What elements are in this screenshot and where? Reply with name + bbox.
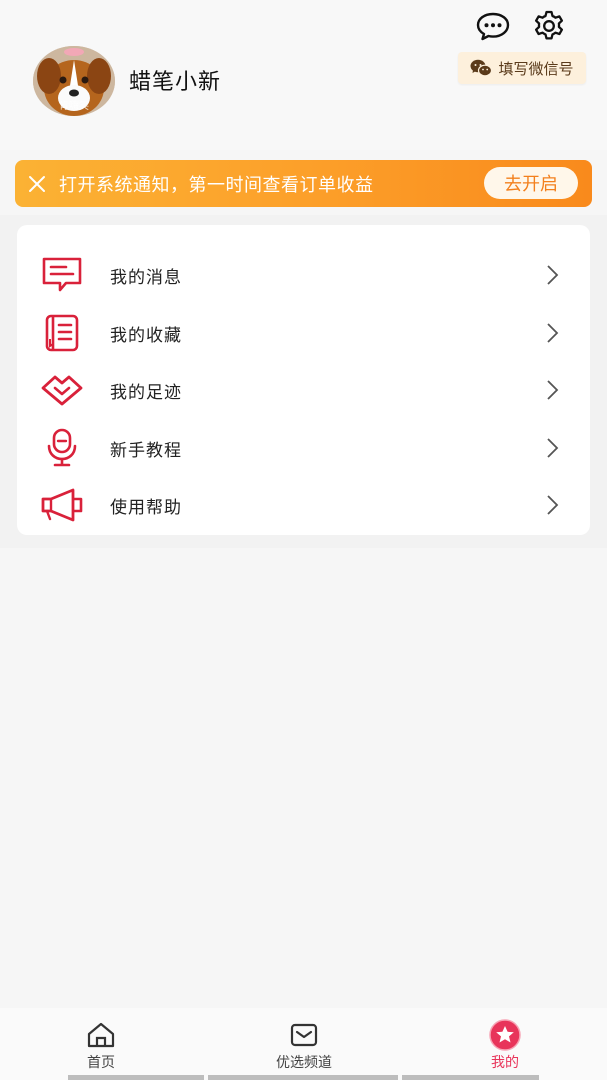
avatar[interactable]: 肯嗨笑 bbox=[33, 46, 115, 116]
wechat-icon bbox=[470, 59, 493, 77]
chevron-right-icon bbox=[547, 495, 559, 515]
menu-item-favorites[interactable]: 我的收藏 bbox=[17, 305, 590, 361]
menu-item-label: 我的消息 bbox=[110, 268, 182, 288]
chat-bubble-icon[interactable] bbox=[475, 8, 511, 44]
menu-item-messages[interactable]: 我的消息 bbox=[17, 247, 590, 303]
menu-item-label: 使用帮助 bbox=[110, 498, 182, 518]
menu-item-label: 我的足迹 bbox=[110, 383, 182, 403]
chevron-right-icon bbox=[547, 438, 559, 458]
menu-item-label: 我的收藏 bbox=[110, 326, 182, 346]
tab-channel[interactable]: 优选频道 bbox=[256, 1008, 352, 1080]
channel-icon bbox=[288, 1020, 320, 1050]
tab-divider bbox=[68, 1075, 204, 1080]
menu-item-footprints[interactable]: 我的足迹 bbox=[17, 362, 590, 418]
menu-card: 我的消息 我的收藏 我的足迹 新手教程 使用帮助 bbox=[17, 225, 590, 535]
tab-divider bbox=[402, 1075, 539, 1080]
help-megaphone-icon bbox=[39, 484, 85, 526]
close-icon[interactable] bbox=[15, 160, 59, 207]
home-icon bbox=[85, 1020, 117, 1050]
user-nickname: 蜡笔小新 bbox=[129, 70, 222, 95]
wechat-id-label: 填写微信号 bbox=[498, 59, 574, 78]
notification-banner: 打开系统通知，第一时间查看订单收益 去开启 bbox=[15, 160, 592, 207]
settings-gear-icon[interactable] bbox=[531, 8, 567, 44]
chevron-right-icon bbox=[547, 265, 559, 285]
wechat-id-button[interactable]: 填写微信号 bbox=[458, 52, 586, 84]
tab-label: 首页 bbox=[87, 1055, 115, 1071]
menu-item-help[interactable]: 使用帮助 bbox=[17, 477, 590, 533]
bottom-tab-bar: 首页 优选频道 我的 bbox=[0, 1008, 607, 1080]
tab-home[interactable]: 首页 bbox=[68, 1008, 134, 1080]
chevron-right-icon bbox=[547, 323, 559, 343]
enable-notification-button[interactable]: 去开启 bbox=[484, 167, 578, 199]
collection-icon bbox=[39, 312, 85, 354]
tab-label: 优选频道 bbox=[276, 1055, 332, 1071]
tab-divider bbox=[208, 1075, 398, 1080]
chevron-right-icon bbox=[547, 380, 559, 400]
menu-item-label: 新手教程 bbox=[110, 441, 182, 461]
notification-text: 打开系统通知，第一时间查看订单收益 bbox=[59, 174, 374, 196]
tab-mine[interactable]: 我的 bbox=[474, 1008, 536, 1080]
profile-star-icon bbox=[489, 1019, 521, 1051]
avatar-caption: 肯嗨笑 bbox=[59, 101, 89, 112]
profile-header: 肯嗨笑 蜡笔小新 填写微信号 bbox=[0, 0, 607, 150]
tutorial-icon bbox=[39, 427, 85, 469]
tab-label: 我的 bbox=[491, 1055, 519, 1071]
message-icon bbox=[39, 254, 85, 296]
menu-item-tutorial[interactable]: 新手教程 bbox=[17, 420, 590, 476]
footprint-icon bbox=[39, 369, 85, 411]
